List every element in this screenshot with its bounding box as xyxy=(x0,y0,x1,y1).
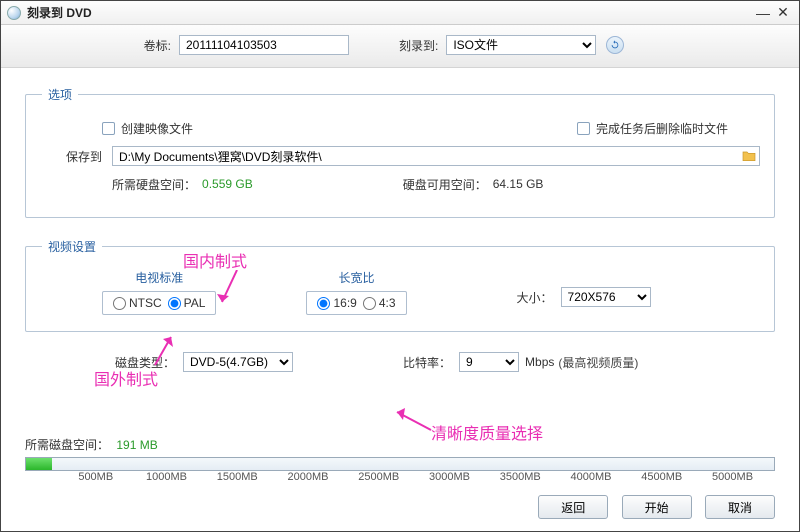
r169-label: 16:9 xyxy=(333,296,356,310)
aspect-label: 长宽比 xyxy=(338,269,374,286)
start-button[interactable]: 开始 xyxy=(622,495,692,519)
progress-bar xyxy=(25,457,775,471)
bottom-panel: 所需磁盘空间： 191 MB 500MB 1000MB 1500MB 2000MB 25… xyxy=(1,430,799,531)
tick-label: 2500MB xyxy=(358,471,399,483)
burn-to-label: 刻录到: xyxy=(399,37,438,54)
cancel-button[interactable]: 取消 xyxy=(705,495,775,519)
tick-label: 3000MB xyxy=(429,471,470,483)
tick-label: 500MB xyxy=(78,471,113,483)
tick-label: 5000MB xyxy=(712,471,753,483)
volume-label: 卷标: xyxy=(21,37,171,54)
ntsc-radio[interactable] xyxy=(113,297,126,310)
create-image-label: 创建映像文件 xyxy=(121,120,193,137)
disk-space-row: 所需磁盘空间： 191 MB xyxy=(25,436,775,453)
tick-label: 3500MB xyxy=(500,471,541,483)
ntsc-label: NTSC xyxy=(129,296,162,310)
r43-radio[interactable] xyxy=(363,297,376,310)
disc-type-select[interactable]: DVD-5(4.7GB) xyxy=(183,352,293,372)
tv-standard-box: NTSC PAL xyxy=(102,291,216,315)
video-settings-legend: 视频设置 xyxy=(42,238,102,255)
create-image-checkbox[interactable] xyxy=(102,122,115,135)
folder-icon[interactable] xyxy=(740,148,758,164)
size-label: 大小： xyxy=(517,289,553,306)
back-button[interactable]: 返回 xyxy=(538,495,608,519)
tv-standard-label: 电视标准 xyxy=(135,269,183,286)
pal-radio[interactable] xyxy=(168,297,181,310)
pal-label: PAL xyxy=(184,296,206,310)
save-to-label: 保存到 xyxy=(42,148,102,165)
options-legend: 选项 xyxy=(42,86,78,103)
disc-type-label: 磁盘类型： xyxy=(115,354,175,371)
options-group: 选项 创建映像文件 完成任务后删除临时文件 保存到 所需硬盘空间： 0.559 … xyxy=(25,86,775,218)
title-bar: 刻录到 DVD — ✕ xyxy=(1,1,799,25)
top-toolbar: 卷标: 刻录到: ISO文件 xyxy=(1,25,799,68)
free-space-label: 硬盘可用空间： xyxy=(403,176,487,193)
bitrate-hint: (最高视频质量) xyxy=(558,354,638,371)
req-space-value: 0.559 GB xyxy=(202,177,253,191)
delete-temp-label: 完成任务后删除临时文件 xyxy=(596,120,728,137)
minimize-button[interactable]: — xyxy=(753,5,773,21)
req-space-label: 所需硬盘空间： xyxy=(112,176,196,193)
disc-row: 磁盘类型： DVD-5(4.7GB) 比特率： 9 Mbps (最高视频质量) xyxy=(115,352,775,372)
tick-label: 4000MB xyxy=(571,471,612,483)
r43-label: 4:3 xyxy=(379,296,396,310)
r169-radio[interactable] xyxy=(317,297,330,310)
tick-label: 4500MB xyxy=(641,471,682,483)
bitrate-select[interactable]: 9 xyxy=(459,352,519,372)
tick-label: 2000MB xyxy=(288,471,329,483)
close-button[interactable]: ✕ xyxy=(773,4,793,21)
free-space-value: 64.15 GB xyxy=(493,177,544,191)
window-title: 刻录到 DVD xyxy=(27,4,753,21)
tick-label: 1000MB xyxy=(146,471,187,483)
disk-space-value: 191 MB xyxy=(116,438,157,452)
bitrate-unit: Mbps xyxy=(525,355,554,369)
save-to-input[interactable] xyxy=(112,146,760,166)
aspect-box: 16:9 4:3 xyxy=(306,291,406,315)
refresh-icon xyxy=(610,40,620,50)
refresh-button[interactable] xyxy=(606,36,624,54)
video-settings-group: 视频设置 电视标准 NTSC PAL 长宽比 16:9 4:3 大小： 720X… xyxy=(25,238,775,332)
delete-temp-checkbox[interactable] xyxy=(577,122,590,135)
bitrate-label: 比特率： xyxy=(403,354,451,371)
app-icon xyxy=(7,6,21,20)
disk-space-label: 所需磁盘空间： xyxy=(25,438,109,452)
tick-label: 1500MB xyxy=(217,471,258,483)
volume-input[interactable] xyxy=(179,35,349,55)
burn-to-select[interactable]: ISO文件 xyxy=(446,35,596,55)
tick-labels: 500MB 1000MB 1500MB 2000MB 2500MB 3000MB 3500M… xyxy=(25,471,775,485)
size-select[interactable]: 720X576 xyxy=(561,287,651,307)
